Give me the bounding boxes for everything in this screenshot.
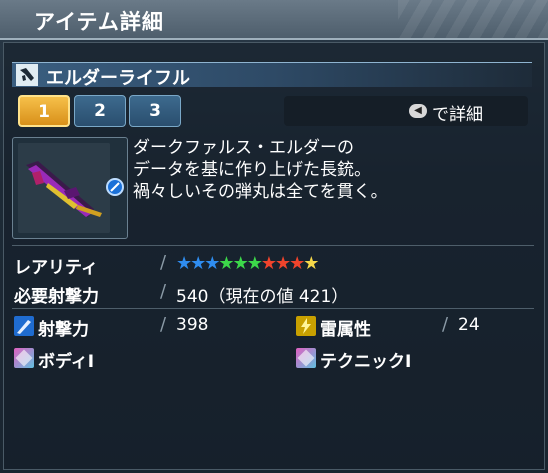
attack-label: 射撃力 <box>38 320 89 340</box>
detail-button-label: で詳細 <box>432 105 483 125</box>
divider <box>12 308 534 309</box>
prohibited-icon <box>106 178 124 196</box>
requirement-label: 必要射撃力 <box>14 287 99 307</box>
tab-1[interactable]: 1 <box>18 95 70 127</box>
divider <box>12 245 534 246</box>
requirement-value: 540（現在の値 421） <box>176 287 349 307</box>
detail-button[interactable]: ◀ で詳細 <box>284 96 528 126</box>
ability-icon <box>14 348 34 368</box>
item-name: エルダーライフル <box>46 68 190 89</box>
element-label: 雷属性 <box>320 320 371 340</box>
rifle-icon <box>16 64 38 86</box>
item-detail-window: アイテム詳細 エルダーライフル 1 2 3 ◀ で詳細 ダークファルス・エルダー… <box>0 0 548 473</box>
ability-1-label[interactable]: ボディI <box>38 347 94 372</box>
rarity-stars: ★★★★★★★★★★ <box>176 253 319 274</box>
star-icon: ★ <box>274 253 291 274</box>
title-bar: アイテム詳細 <box>0 0 548 40</box>
description-line: ダークファルス・エルダーの <box>133 138 354 158</box>
separator-slash: / <box>442 314 449 335</box>
description-line: データを基に作り上げた長銃。 <box>133 160 371 180</box>
ranged-attack-icon <box>14 316 34 336</box>
star-icon: ★ <box>190 253 206 274</box>
rifle-image <box>18 143 110 233</box>
star-icon: ★ <box>232 253 249 274</box>
key-icon: ◀ <box>409 104 427 118</box>
tab-3[interactable]: 3 <box>129 95 181 127</box>
title-bar-decoration <box>398 0 548 38</box>
separator-slash: / <box>160 314 167 335</box>
rarity-label: レアリティ <box>14 258 98 278</box>
attack-value: 398 <box>176 315 209 335</box>
item-name-bar: エルダーライフル <box>12 62 532 89</box>
ability-icon <box>296 348 316 368</box>
tab-2[interactable]: 2 <box>74 95 126 127</box>
description-line: 禍々しいその弾丸は全てを貫く。 <box>133 182 388 202</box>
window-title: アイテム詳細 <box>34 10 164 34</box>
separator-slash: / <box>160 281 167 302</box>
star-icon: ★ <box>218 253 234 274</box>
star-icon: ★ <box>303 253 319 274</box>
element-value: 24 <box>458 315 480 335</box>
star-icon: ★ <box>176 253 192 274</box>
star-icon: ★ <box>260 253 277 274</box>
star-icon: ★ <box>289 253 305 274</box>
separator-slash: / <box>160 252 167 273</box>
star-icon: ★ <box>246 253 263 274</box>
star-icon: ★ <box>204 253 220 274</box>
lightning-element-icon <box>296 316 316 336</box>
item-description: ダークファルス・エルダーの データを基に作り上げた長銃。 禍々しいその弾丸は全て… <box>133 137 533 203</box>
ability-2-label[interactable]: テクニックI <box>320 347 411 372</box>
